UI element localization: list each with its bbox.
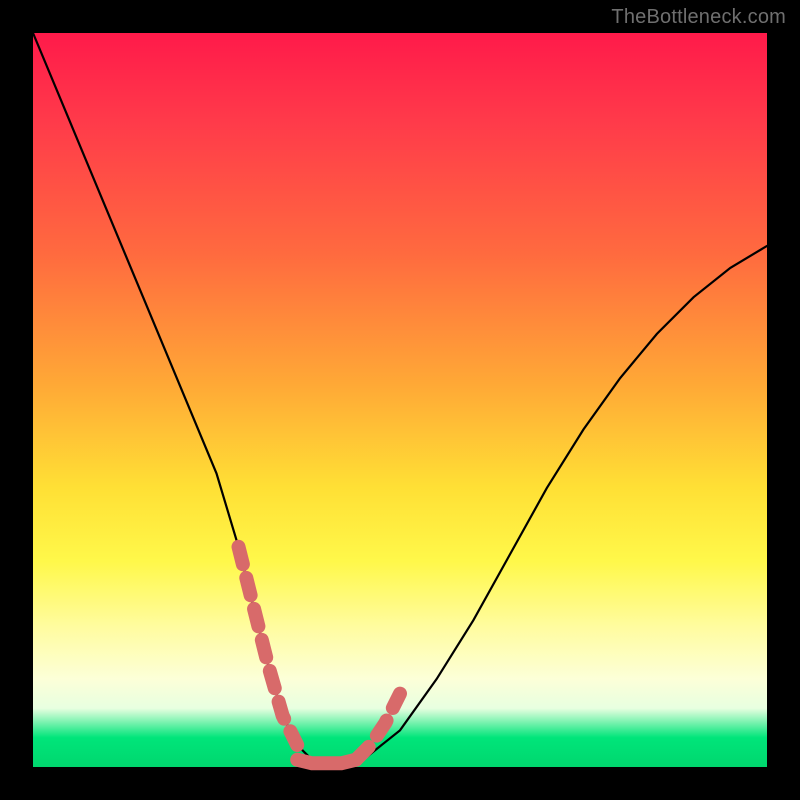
marker-right: [356, 694, 400, 760]
bottleneck-curve: [33, 33, 767, 767]
curve-layer: [33, 33, 767, 767]
marker-bottom: [297, 760, 356, 764]
plot-area: [33, 33, 767, 767]
chart-frame: TheBottleneck.com: [0, 0, 800, 800]
watermark-text: TheBottleneck.com: [611, 6, 786, 29]
marker-left: [239, 547, 298, 745]
